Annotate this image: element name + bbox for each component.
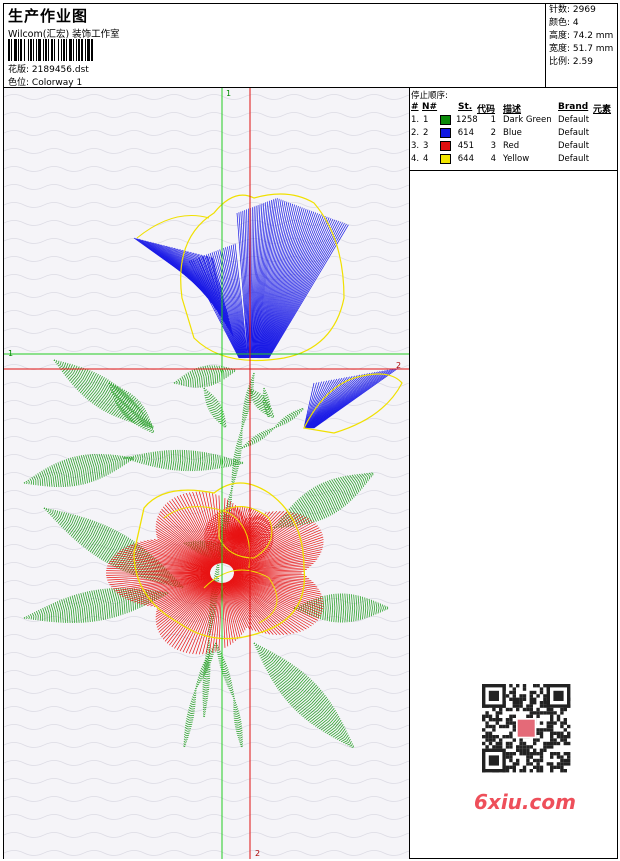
row-stitches: 644 xyxy=(457,154,474,164)
design-file-value: 2189456.dst xyxy=(31,65,89,75)
row-num: 1. xyxy=(411,115,420,125)
color-swatch xyxy=(440,128,451,138)
design-canvas: 1 1 2 2 xyxy=(4,88,410,859)
row-stitches: 451 xyxy=(457,141,474,151)
color-swatch xyxy=(440,115,451,125)
row-num: 2. xyxy=(411,128,420,138)
col-header-num: # xyxy=(411,102,419,112)
row-description: Yellow xyxy=(503,154,530,164)
stop-sequence-title: 停止顺序: xyxy=(411,91,448,101)
stat-width: 宽度: 51.7 mm xyxy=(549,44,614,54)
guide-label-v1: 1 xyxy=(226,89,231,98)
row-code: 3 xyxy=(490,141,496,151)
row-description: Dark Green xyxy=(503,115,552,125)
col-header-elem: 元素 xyxy=(593,105,612,115)
row-num: 3. xyxy=(411,141,420,151)
row-code: 2 xyxy=(490,128,496,138)
stat-height: 高度: 74.2 mm xyxy=(549,31,614,41)
col-header-no: N# xyxy=(422,102,438,112)
stop-sequence-panel: 停止顺序: # N# St. 代码 描述 Brand 元素 1. 1 1258 1 Da… xyxy=(410,88,617,171)
col-header-desc: 描述 xyxy=(503,105,522,115)
design-file-row: 花版: 2189456.dst xyxy=(8,62,89,75)
stat-colors: 颜色: 4 xyxy=(549,18,579,28)
row-no: 4 xyxy=(423,154,429,164)
row-no: 2 xyxy=(423,128,429,138)
row-description: Blue xyxy=(503,128,522,138)
color-swatch xyxy=(440,141,451,151)
row-num: 4. xyxy=(411,154,420,164)
stat-ratio: 比例: 2.59 xyxy=(549,57,593,67)
stat-stitches: 针数: 2969 xyxy=(549,5,596,15)
row-no: 1 xyxy=(423,115,429,125)
row-brand: Default xyxy=(558,115,590,125)
row-no: 3 xyxy=(423,141,429,151)
guide-label-h1: 1 xyxy=(8,349,13,358)
embroidery-preview: 1 1 2 2 xyxy=(4,88,409,859)
row-code: 4 xyxy=(490,154,496,164)
design-label: 花版: xyxy=(8,65,30,75)
guide-label-v2: 2 xyxy=(255,849,260,858)
stop-sequence-row[interactable]: 3. 3 451 3 Red Default xyxy=(410,141,617,154)
col-header-st: St. xyxy=(458,102,473,112)
studio-name: Wilcom(汇宏) 装饰工作室 xyxy=(8,29,120,40)
row-brand: Default xyxy=(558,128,590,138)
header-block: 生产作业图 Wilcom(汇宏) 装饰工作室 花版: 2189456.dst 色… xyxy=(4,4,544,88)
qr-code xyxy=(470,680,584,784)
sheet-title: 生产作业图 xyxy=(8,7,89,25)
row-brand: Default xyxy=(558,154,590,164)
row-stitches: 1258 xyxy=(456,115,478,125)
watermark-text: 6xiu.com xyxy=(474,790,576,814)
row-stitches: 614 xyxy=(457,128,474,138)
row-brand: Default xyxy=(558,141,590,151)
stop-sequence-row[interactable]: 1. 1 1258 1 Dark Green Default xyxy=(410,115,617,128)
col-header-code: 代码 xyxy=(477,105,496,115)
stop-sequence-row[interactable]: 4. 4 644 4 Yellow Default xyxy=(410,154,617,167)
barcode xyxy=(8,39,146,61)
row-description: Red xyxy=(503,141,520,151)
guide-label-h2: 2 xyxy=(396,361,401,370)
stats-panel: 针数: 2969 颜色: 4 高度: 74.2 mm 宽度: 51.7 mm 比… xyxy=(545,4,618,87)
col-header-brand: Brand xyxy=(558,102,589,112)
color-swatch xyxy=(440,154,451,164)
row-code: 1 xyxy=(490,115,496,125)
stop-sequence-row[interactable]: 2. 2 614 2 Blue Default xyxy=(410,128,617,141)
